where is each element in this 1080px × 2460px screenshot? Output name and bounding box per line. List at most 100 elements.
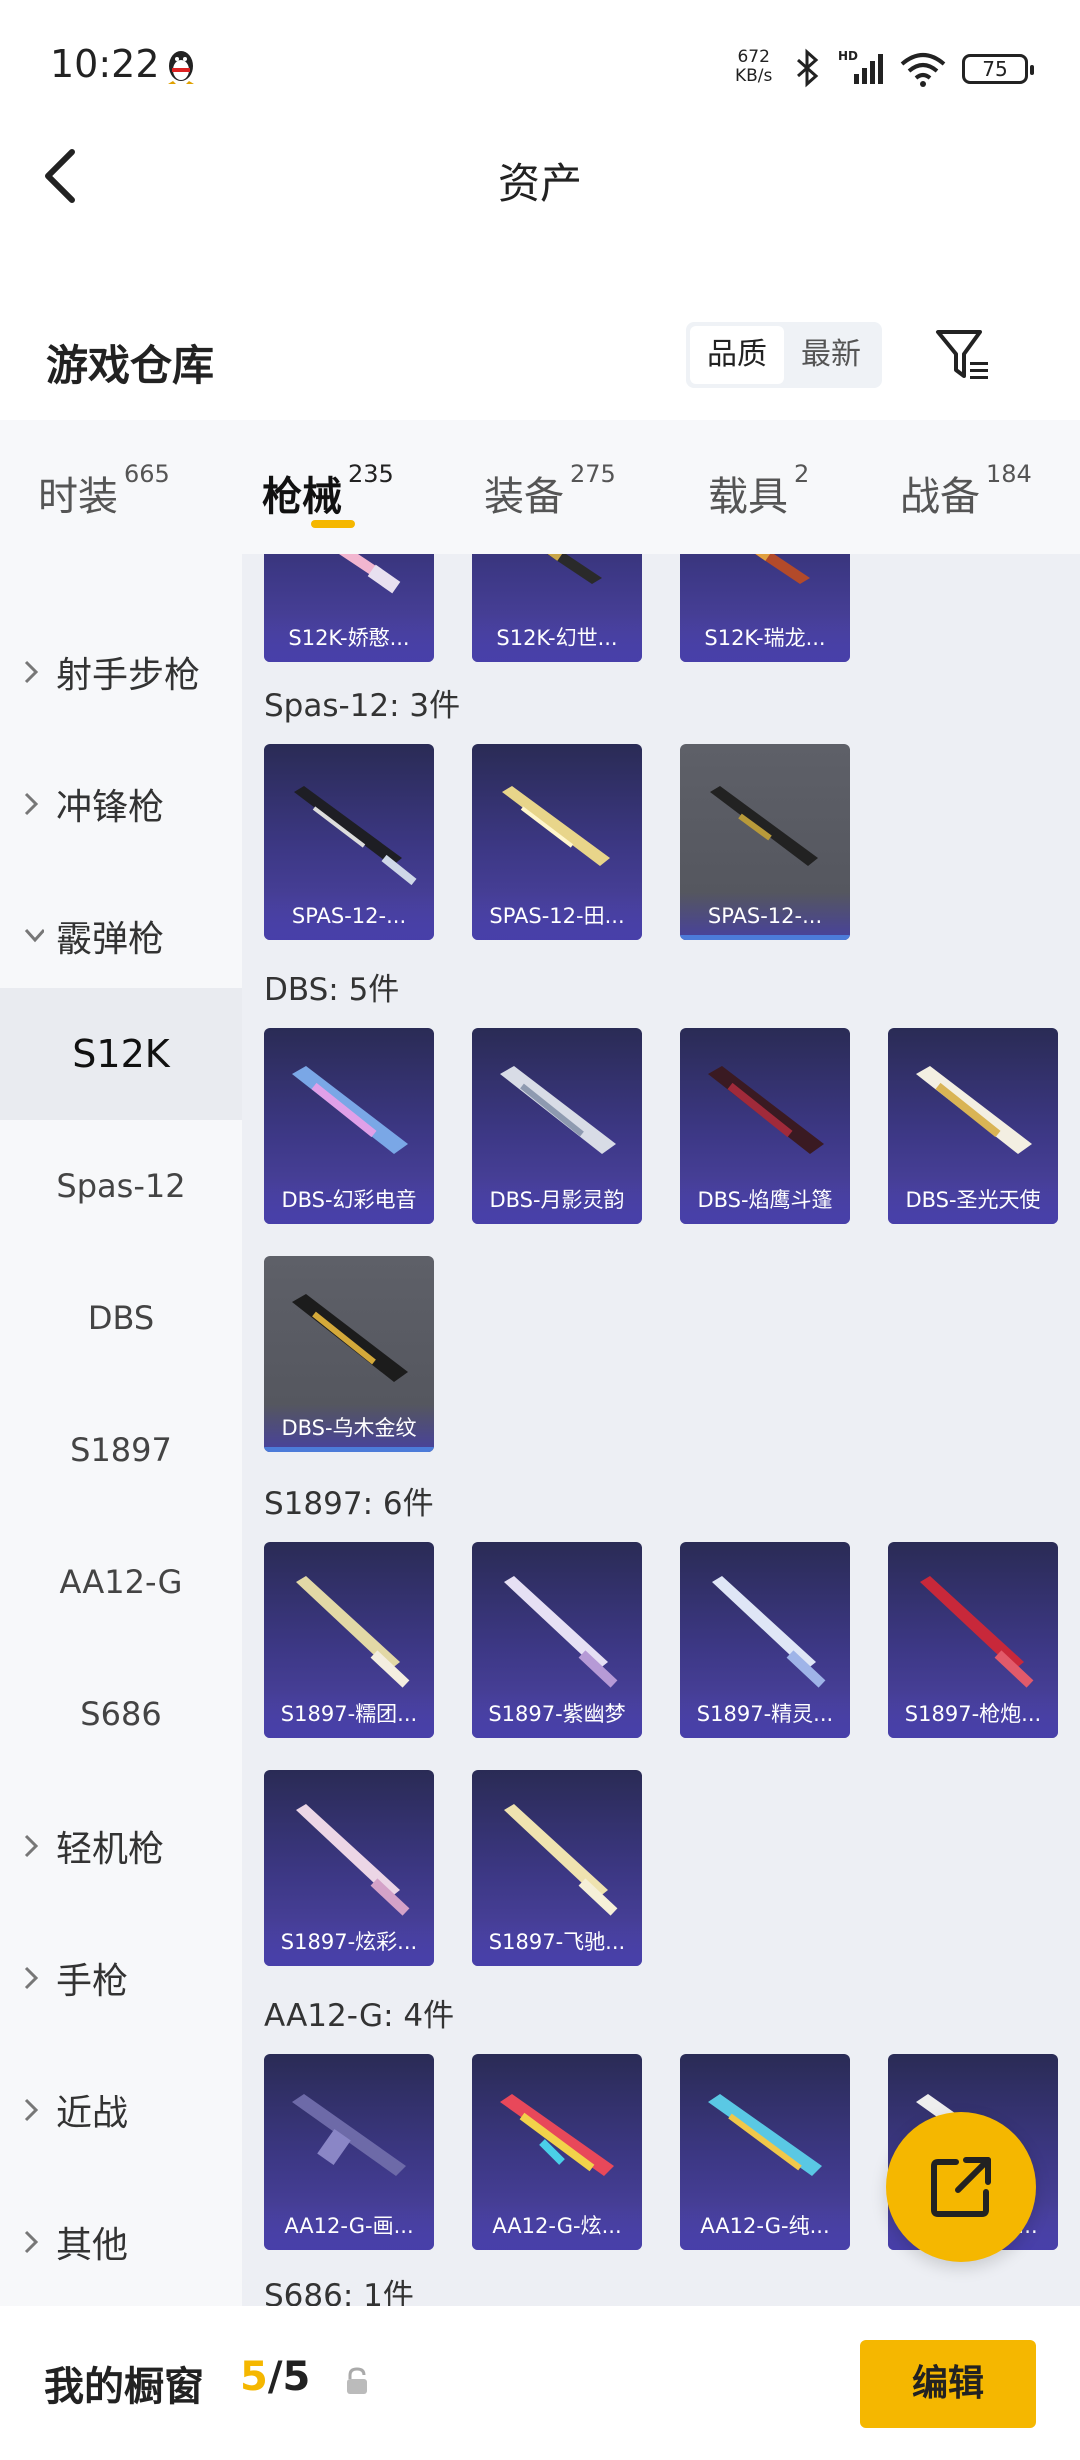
group-title-dbs: DBS: 5件: [264, 972, 400, 1008]
weapon-card-label: S1897-糯团...: [264, 1690, 434, 1738]
sidebar-item-smg[interactable]: 冲锋枪: [0, 738, 242, 870]
weapon-card-label: DBS-焰鹰斗篷: [680, 1176, 850, 1224]
weapon-card-label: S1897-精灵...: [680, 1690, 850, 1738]
weapon-card-label: SPAS-12-田...: [472, 892, 642, 940]
shotgun-skin-icon: [710, 786, 818, 866]
edit-button[interactable]: 编辑: [860, 2340, 1036, 2428]
weapon-card-label: DBS-乌木金纹: [264, 1404, 434, 1452]
chevron-right-icon: [24, 792, 39, 816]
shotgun-skin-icon: [708, 1066, 824, 1154]
weapon-card[interactable]: S1897-精灵...: [680, 1542, 850, 1738]
tab-supplies[interactable]: 战备 184: [900, 460, 1032, 522]
sidebar-subitem-spas12[interactable]: Spas-12: [0, 1120, 242, 1252]
bottom-bar: 我的橱窗 5/5 编辑: [0, 2306, 1080, 2460]
group-title-s1897: S1897: 6件: [264, 1486, 434, 1522]
sidebar-item-marksman-rifle[interactable]: 射手步枪: [0, 606, 242, 738]
wifi-icon: [900, 53, 946, 87]
weapon-card-label: DBS-圣光天使: [888, 1176, 1058, 1224]
chevron-right-icon: [24, 2098, 39, 2122]
sidebar-subitem-s12k[interactable]: S12K: [0, 988, 242, 1120]
weapon-card-label: S1897-炫彩...: [264, 1918, 434, 1966]
weapon-sidebar: 射手步枪 冲锋枪 霰弹枪 S12K Spas-12 DBS S1897 AA12…: [0, 554, 242, 2306]
weapon-card[interactable]: SPAS-12-...: [680, 744, 850, 940]
weapon-card-label: S12K-幻世...: [472, 614, 642, 662]
showcase-count: 5/5: [240, 2354, 311, 2400]
status-bar: 10:22 672 KB/s HD 75: [0, 0, 1080, 130]
weapon-card[interactable]: DBS-焰鹰斗篷: [680, 1028, 850, 1224]
active-tab-indicator: [311, 520, 355, 528]
chevron-right-icon: [24, 1966, 39, 1990]
shotgun-skin-icon: [916, 1066, 1032, 1154]
sidebar-subitem-dbs[interactable]: DBS: [0, 1252, 242, 1384]
bluetooth-icon: [797, 48, 819, 88]
weapon-card-label: S1897-飞驰...: [472, 1918, 642, 1966]
weapon-card[interactable]: S1897-紫幽梦: [472, 1542, 642, 1738]
qq-penguin-icon: [168, 51, 194, 84]
sidebar-item-melee[interactable]: 近战: [0, 2044, 242, 2176]
share-button[interactable]: [886, 2112, 1036, 2262]
battery-indicator: 75: [962, 54, 1034, 84]
sort-by-quality[interactable]: 品质: [690, 326, 784, 384]
weapon-card-label: DBS-幻彩电音: [264, 1176, 434, 1224]
shotgun-skin-icon: [504, 1576, 618, 1688]
shotgun-skin-icon: [504, 1804, 618, 1916]
showcase-label: 我的橱窗: [44, 2364, 204, 2410]
shotgun-skin-icon: [712, 1576, 826, 1688]
weapon-card[interactable]: DBS-幻彩电音: [264, 1028, 434, 1224]
chevron-down-icon: [24, 928, 44, 943]
sidebar-item-pistol[interactable]: 手枪: [0, 1912, 242, 2044]
chevron-right-icon: [24, 1834, 39, 1858]
weapon-card[interactable]: AA12-G-纯...: [680, 2054, 850, 2250]
sidebar-item-shotgun[interactable]: 霰弹枪: [0, 870, 242, 1002]
shotgun-skin-icon: [748, 554, 810, 584]
weapon-card-label: SPAS-12-...: [680, 892, 850, 940]
page-title: 资产: [497, 159, 582, 208]
weapon-card[interactable]: S12K-幻世...: [472, 554, 642, 662]
weapon-card[interactable]: SPAS-12-...: [264, 744, 434, 940]
weapon-card-label: SPAS-12-...: [264, 892, 434, 940]
tab-firearms[interactable]: 枪械 235: [262, 460, 394, 522]
weapon-card-label: DBS-月影灵韵: [472, 1176, 642, 1224]
shotgun-skin-icon: [920, 1576, 1034, 1688]
group-title-spas12: Spas-12: 3件: [264, 688, 461, 724]
shotgun-skin-icon: [292, 1066, 408, 1154]
shotgun-skin-icon: [294, 786, 417, 886]
sidebar-subitem-aa12g[interactable]: AA12-G: [0, 1516, 242, 1648]
sidebar-item-other[interactable]: 其他: [0, 2176, 242, 2306]
shotgun-skin-icon: [296, 1804, 410, 1916]
weapon-card[interactable]: S1897-枪炮...: [888, 1542, 1058, 1738]
tab-equipment[interactable]: 装备 275: [484, 460, 616, 522]
shotgun-skin-icon: [292, 2094, 406, 2176]
weapon-card[interactable]: S1897-糯团...: [264, 1542, 434, 1738]
sort-toggle: 品质 最新: [686, 322, 882, 388]
filter-icon[interactable]: [934, 326, 994, 384]
weapon-card[interactable]: S12K-瑞龙...: [680, 554, 850, 662]
shotgun-skin-icon: [500, 1066, 616, 1154]
weapon-card[interactable]: SPAS-12-田...: [472, 744, 642, 940]
weapon-card[interactable]: DBS-月影灵韵: [472, 1028, 642, 1224]
weapon-card[interactable]: S1897-炫彩...: [264, 1770, 434, 1966]
sidebar-subitem-s1897[interactable]: S1897: [0, 1384, 242, 1516]
sidebar-subitem-s686[interactable]: S686: [0, 1648, 242, 1780]
chevron-right-icon: [24, 660, 39, 684]
shotgun-skin-icon: [500, 2094, 614, 2176]
weapon-card-label: S1897-枪炮...: [888, 1690, 1058, 1738]
weapon-card[interactable]: DBS-圣光天使: [888, 1028, 1058, 1224]
tab-vehicles[interactable]: 载具 2: [708, 460, 809, 522]
tab-fashion[interactable]: 时装 665: [38, 460, 170, 522]
weapon-card[interactable]: DBS-乌木金纹: [264, 1256, 434, 1452]
sidebar-item-lmg[interactable]: 轻机枪: [0, 1780, 242, 1912]
weapon-card[interactable]: S12K-娇憨...: [264, 554, 434, 662]
group-title-aa12g: AA12-G: 4件: [264, 1998, 455, 2034]
chevron-right-icon: [24, 2230, 39, 2254]
weapon-card[interactable]: AA12-G-炫...: [472, 2054, 642, 2250]
status-time: 10:22: [50, 42, 160, 86]
weapon-card[interactable]: S1897-飞驰...: [472, 1770, 642, 1966]
sort-by-newest[interactable]: 最新: [784, 326, 878, 384]
weapon-card-label: S1897-紫幽梦: [472, 1690, 642, 1738]
weapon-card-label: AA12-G-画...: [264, 2202, 434, 2250]
category-tabs: 时装 665 枪械 235 装备 275 载具 2 战备 184: [0, 420, 1080, 554]
weapon-card[interactable]: AA12-G-画...: [264, 2054, 434, 2250]
weapon-card-label: S12K-瑞龙...: [680, 614, 850, 662]
shotgun-skin-icon: [708, 2094, 822, 2176]
